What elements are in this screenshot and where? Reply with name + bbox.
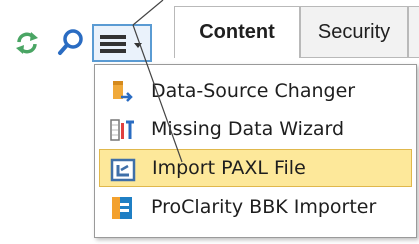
tab-strip: Content Security bbox=[164, 0, 419, 62]
menu-item-label: Import PAXL File bbox=[152, 157, 306, 179]
proclarity-importer-icon bbox=[112, 197, 132, 219]
data-source-changer-icon bbox=[113, 81, 133, 102]
import-paxl-icon bbox=[110, 158, 136, 182]
menu-item-proclarity-bbk-importer[interactable]: ProClarity BBK Importer bbox=[99, 189, 412, 227]
menu-icon bbox=[100, 35, 126, 53]
chevron-down-icon bbox=[134, 43, 142, 48]
tab-overflow[interactable] bbox=[408, 6, 419, 58]
tab-content[interactable]: Content bbox=[174, 6, 300, 58]
tab-security[interactable]: Security bbox=[300, 6, 408, 58]
menu-button[interactable] bbox=[92, 24, 152, 62]
refresh-icon[interactable] bbox=[14, 30, 40, 56]
menu-item-label: Data-Source Changer bbox=[151, 80, 356, 102]
menu-item-label: Missing Data Wizard bbox=[151, 118, 345, 140]
menu-item-import-paxl-file[interactable]: Import PAXL File bbox=[99, 149, 412, 187]
menu-item-missing-data-wizard[interactable]: Missing Data Wizard bbox=[99, 111, 412, 149]
missing-data-wizard-icon bbox=[110, 119, 134, 141]
menu-item-label: ProClarity BBK Importer bbox=[151, 196, 377, 218]
search-icon[interactable] bbox=[56, 27, 86, 57]
tools-dropdown-menu: Data-Source Changer Missing Data Wizard … bbox=[94, 64, 417, 238]
menu-item-data-source-changer[interactable]: Data-Source Changer bbox=[99, 73, 412, 111]
